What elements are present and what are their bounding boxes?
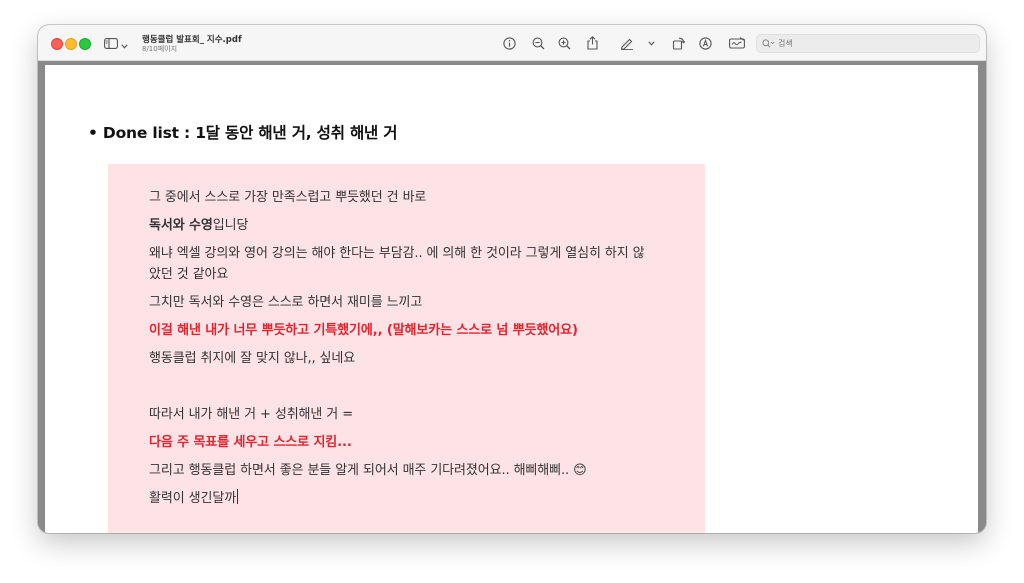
sidebar-icon <box>104 34 118 53</box>
minimize-button[interactable] <box>65 38 77 50</box>
pdf-page: • Done list : 1달 동안 해낸 거, 성취 해낸 거 그 중에서 … <box>45 65 978 533</box>
zoom-in-button[interactable] <box>556 35 572 51</box>
info-button[interactable] <box>501 35 517 51</box>
info-icon <box>502 36 516 50</box>
sidebar-toggle-button[interactable] <box>104 35 134 51</box>
text-line-3b: 았던 것 같아요 <box>149 267 229 282</box>
zoom-in-icon <box>558 37 570 49</box>
zoom-out-icon <box>532 37 544 49</box>
document-viewport[interactable]: • Done list : 1달 동안 해낸 거, 성취 해낸 거 그 중에서 … <box>38 61 986 533</box>
emphasis-line-1: 이걸 해낸 내가 너무 뿌듯하고 기특했기에,, (말해보카는 스스로 넘 뿌듯… <box>149 323 578 338</box>
text-line-4: 그치만 독서와 수영은 스스로 하면서 재미를 느끼고 <box>149 295 423 310</box>
text-line-10: 활력이 생긴달까 <box>149 487 239 506</box>
signature-icon <box>729 37 745 49</box>
highlight-icon <box>698 36 712 50</box>
search-icon <box>762 39 775 48</box>
highlight-button[interactable] <box>697 35 713 51</box>
text-line-3a: 왜냐 엑셀 강의와 영어 강의는 해야 한다는 부담감.. 에 의해 한 것이라… <box>149 246 645 261</box>
rotate-button[interactable] <box>670 35 686 51</box>
page-indicator: 8/10페이지 <box>142 45 178 53</box>
rotate-icon <box>672 37 685 50</box>
text-line-1: 그 중에서 스스로 가장 만족스럽고 뿌듯했던 건 바로 <box>149 190 427 205</box>
text-line-2: 독서와 수영입니당 <box>149 214 248 233</box>
text-span: 입니당 <box>212 218 249 233</box>
title-bar: 행동클럽 발표회_ 지수.pdf 8/10페이지 <box>38 25 986 61</box>
text-span: 활력이 생긴달까 <box>149 491 237 506</box>
search-input[interactable] <box>775 39 968 48</box>
fullscreen-button[interactable] <box>79 38 91 50</box>
zoom-out-button[interactable] <box>530 35 546 51</box>
text-line-7: 따라서 내가 해낸 거 + 성취해낸 거 = <box>149 407 353 422</box>
close-button[interactable] <box>51 38 63 50</box>
text-line-6: 행동클럽 취지에 잘 맞지 않나,, 싶네요 <box>149 351 356 366</box>
text-cursor <box>237 489 239 504</box>
markup-pen-icon <box>620 38 633 50</box>
preview-window: 행동클럽 발표회_ 지수.pdf 8/10페이지 검색 • Done list … <box>38 25 986 533</box>
share-icon <box>586 36 598 50</box>
emphasis-line-2: 다음 주 목표를 세우고 스스로 지킴... <box>149 435 352 450</box>
text-line-9: 그리고 행동클럽 하면서 좋은 분들 알게 되어서 매주 기다려졌어요.. 해삐… <box>149 463 587 478</box>
share-button[interactable] <box>584 35 600 51</box>
search-field[interactable] <box>756 34 980 53</box>
bold-text: 독서와 수영 <box>149 218 213 233</box>
chevron-down-icon <box>647 40 655 46</box>
slide-heading: • Done list : 1달 동안 해낸 거, 성취 해낸 거 <box>88 124 398 142</box>
markup-options-button[interactable] <box>643 35 659 51</box>
chevron-down-icon <box>121 34 128 53</box>
signature-button[interactable] <box>729 35 745 51</box>
markup-button[interactable] <box>619 35 635 51</box>
